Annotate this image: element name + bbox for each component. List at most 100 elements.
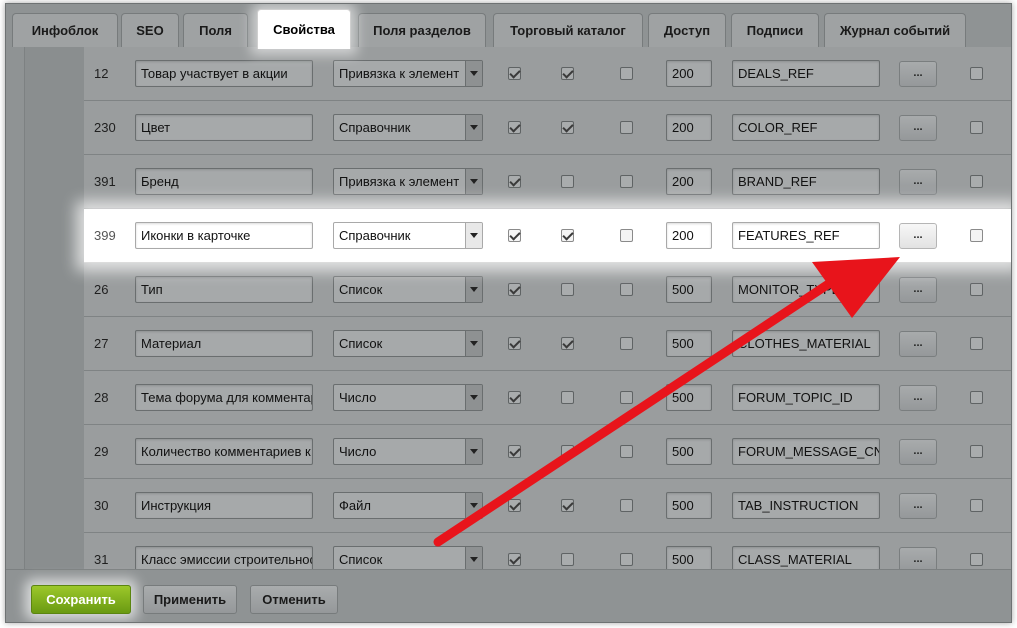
property-name-input[interactable]: Цвет — [135, 114, 313, 141]
multiple-checkbox[interactable] — [561, 553, 574, 566]
tab-infoblock[interactable]: Инфоблок — [12, 13, 118, 47]
property-name-input[interactable]: Материал — [135, 330, 313, 357]
multiple-checkbox[interactable] — [561, 67, 574, 80]
active-checkbox[interactable] — [508, 229, 521, 242]
property-type-select[interactable]: Список — [333, 276, 483, 303]
code-input[interactable]: DEALS_REF — [732, 60, 880, 87]
multiple-checkbox[interactable] — [561, 499, 574, 512]
delete-checkbox[interactable] — [970, 121, 983, 134]
active-checkbox[interactable] — [508, 121, 521, 134]
code-input[interactable]: TAB_INSTRUCTION — [732, 492, 880, 519]
active-checkbox[interactable] — [508, 67, 521, 80]
active-checkbox[interactable] — [508, 175, 521, 188]
delete-checkbox[interactable] — [970, 391, 983, 404]
chevron-down-icon[interactable] — [465, 169, 482, 194]
tab-trade-catalog[interactable]: Торговый каталог — [493, 13, 643, 47]
code-input[interactable]: MONITOR_TYPE — [732, 276, 880, 303]
required-checkbox[interactable] — [620, 283, 633, 296]
more-settings-button[interactable]: ... — [899, 439, 937, 465]
required-checkbox[interactable] — [620, 175, 633, 188]
property-name-input[interactable]: Количество комментариев к — [135, 438, 313, 465]
sort-input[interactable]: 200 — [666, 222, 712, 249]
chevron-down-icon[interactable] — [465, 223, 482, 248]
chevron-down-icon[interactable] — [465, 493, 482, 518]
multiple-checkbox[interactable] — [561, 175, 574, 188]
apply-button[interactable]: Применить — [143, 585, 237, 614]
property-type-select[interactable]: Список — [333, 330, 483, 357]
required-checkbox[interactable] — [620, 445, 633, 458]
tab-captions[interactable]: Подписи — [731, 13, 819, 47]
tab-event-log[interactable]: Журнал событий — [824, 13, 966, 47]
more-settings-button[interactable]: ... — [899, 493, 937, 519]
code-input[interactable]: BRAND_REF — [732, 168, 880, 195]
multiple-checkbox[interactable] — [561, 121, 574, 134]
more-settings-button[interactable]: ... — [899, 331, 937, 357]
property-name-input[interactable]: Инструкция — [135, 492, 313, 519]
delete-checkbox[interactable] — [970, 67, 983, 80]
delete-checkbox[interactable] — [970, 175, 983, 188]
delete-checkbox[interactable] — [970, 445, 983, 458]
property-type-select[interactable]: Привязка к элемент — [333, 60, 483, 87]
code-input[interactable]: FORUM_TOPIC_ID — [732, 384, 880, 411]
multiple-checkbox[interactable] — [561, 391, 574, 404]
chevron-down-icon[interactable] — [465, 61, 482, 86]
tab-section-fields[interactable]: Поля разделов — [358, 13, 486, 47]
multiple-checkbox[interactable] — [561, 283, 574, 296]
more-settings-button[interactable]: ... — [899, 115, 937, 141]
multiple-checkbox[interactable] — [561, 445, 574, 458]
active-checkbox[interactable] — [508, 499, 521, 512]
delete-checkbox[interactable] — [970, 283, 983, 296]
delete-checkbox[interactable] — [970, 229, 983, 242]
property-type-select[interactable]: Число — [333, 438, 483, 465]
multiple-checkbox[interactable] — [561, 229, 574, 242]
more-settings-button[interactable]: ... — [899, 385, 937, 411]
required-checkbox[interactable] — [620, 499, 633, 512]
more-settings-button[interactable]: ... — [899, 61, 937, 87]
more-settings-button[interactable]: ... — [899, 223, 937, 249]
property-type-select[interactable]: Число — [333, 384, 483, 411]
property-type-select[interactable]: Файл — [333, 492, 483, 519]
sort-input[interactable]: 200 — [666, 168, 712, 195]
required-checkbox[interactable] — [620, 391, 633, 404]
code-input[interactable]: CLOTHES_MATERIAL — [732, 330, 880, 357]
property-type-select[interactable]: Справочник — [333, 114, 483, 141]
required-checkbox[interactable] — [620, 229, 633, 242]
required-checkbox[interactable] — [620, 337, 633, 350]
chevron-down-icon[interactable] — [465, 277, 482, 302]
property-name-input[interactable]: Бренд — [135, 168, 313, 195]
more-settings-button[interactable]: ... — [899, 277, 937, 303]
multiple-checkbox[interactable] — [561, 337, 574, 350]
property-name-input[interactable]: Иконки в карточке — [135, 222, 313, 249]
tab-fields[interactable]: Поля — [183, 13, 248, 47]
tab-seo[interactable]: SEO — [121, 13, 179, 47]
chevron-down-icon[interactable] — [465, 331, 482, 356]
property-name-input[interactable]: Тип — [135, 276, 313, 303]
sort-input[interactable]: 500 — [666, 438, 712, 465]
delete-checkbox[interactable] — [970, 337, 983, 350]
property-name-input[interactable]: Товар участвует в акции — [135, 60, 313, 87]
active-checkbox[interactable] — [508, 337, 521, 350]
sort-input[interactable]: 500 — [666, 492, 712, 519]
required-checkbox[interactable] — [620, 121, 633, 134]
tab-properties[interactable]: Свойства — [257, 9, 351, 49]
sort-input[interactable]: 500 — [666, 276, 712, 303]
active-checkbox[interactable] — [508, 553, 521, 566]
property-type-select[interactable]: Справочник — [333, 222, 483, 249]
sort-input[interactable]: 500 — [666, 384, 712, 411]
cancel-button[interactable]: Отменить — [250, 585, 338, 614]
save-button[interactable]: Сохранить — [31, 585, 131, 614]
chevron-down-icon[interactable] — [465, 439, 482, 464]
sort-input[interactable]: 200 — [666, 114, 712, 141]
code-input[interactable]: FEATURES_REF — [732, 222, 880, 249]
active-checkbox[interactable] — [508, 283, 521, 296]
delete-checkbox[interactable] — [970, 499, 983, 512]
property-type-select[interactable]: Привязка к элемент — [333, 168, 483, 195]
chevron-down-icon[interactable] — [465, 115, 482, 140]
required-checkbox[interactable] — [620, 553, 633, 566]
code-input[interactable]: COLOR_REF — [732, 114, 880, 141]
required-checkbox[interactable] — [620, 67, 633, 80]
tab-access[interactable]: Доступ — [648, 13, 726, 47]
sort-input[interactable]: 500 — [666, 330, 712, 357]
delete-checkbox[interactable] — [970, 553, 983, 566]
active-checkbox[interactable] — [508, 445, 521, 458]
